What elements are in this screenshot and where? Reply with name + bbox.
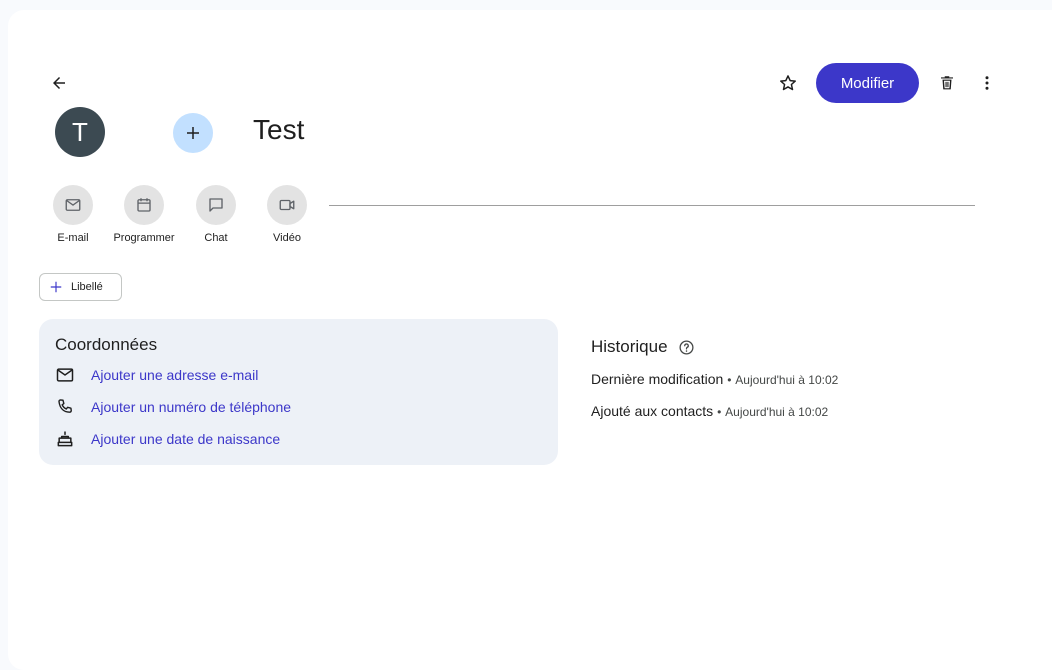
mail-icon (65, 199, 81, 211)
contact-name: Test (253, 114, 305, 145)
add-phone-row[interactable]: Ajouter un numéro de téléphone (55, 397, 291, 417)
plus-icon (50, 281, 62, 293)
history-time: Aujourd'hui à 10:02 (735, 373, 839, 387)
video-icon (279, 199, 295, 211)
video-action-button[interactable] (267, 185, 307, 225)
trash-icon (941, 76, 953, 90)
action-label: E-mail (57, 232, 89, 244)
history-event: Dernière modification (591, 371, 724, 387)
action-chat[interactable]: Chat (176, 185, 256, 244)
add-birthday-link[interactable]: Ajouter une date de naissance (91, 431, 280, 447)
history-section-title: Historique (591, 337, 695, 357)
add-birthday-row[interactable]: Ajouter une date de naissance (55, 429, 280, 449)
action-video[interactable]: Vidéo (247, 185, 327, 244)
contact-details-title: Coordonnées (55, 335, 158, 354)
history-time: Aujourd'hui à 10:02 (725, 405, 829, 419)
email-action-button[interactable] (53, 185, 93, 225)
history-separator: • (727, 373, 732, 387)
action-label: Vidéo (273, 232, 301, 244)
phone-icon (55, 397, 75, 417)
arrow-back-icon (53, 77, 65, 89)
add-photo-button[interactable] (173, 113, 213, 153)
schedule-action-button[interactable] (124, 185, 164, 225)
action-label: Chat (204, 232, 228, 244)
divider (329, 205, 975, 206)
add-email-link[interactable]: Ajouter une adresse e-mail (91, 367, 258, 383)
back-button[interactable] (41, 65, 77, 101)
history-row: Ajouté aux contacts • Aujourd'hui à 10:0… (591, 403, 828, 419)
chat-action-button[interactable] (196, 185, 236, 225)
history-title: Historique (591, 337, 668, 356)
modify-button[interactable]: Modifier (816, 63, 919, 103)
history-separator: • (717, 405, 722, 419)
history-event: Ajouté aux contacts (591, 403, 714, 419)
cake-icon (55, 429, 75, 449)
chat-icon (209, 198, 223, 212)
action-schedule[interactable]: Programmer (104, 185, 184, 244)
help-icon[interactable] (678, 339, 695, 356)
add-label-button[interactable]: Libellé (39, 273, 122, 301)
add-phone-link[interactable]: Ajouter un numéro de téléphone (91, 399, 291, 415)
add-email-row[interactable]: Ajouter une adresse e-mail (55, 365, 258, 385)
more-vert-icon (985, 76, 989, 90)
contact-details-card: Coordonnées Ajouter une adresse e-mail A… (39, 319, 558, 465)
add-label-text: Libellé (71, 281, 103, 293)
avatar: T (55, 107, 105, 157)
action-label: Programmer (113, 232, 175, 244)
delete-button[interactable] (929, 65, 965, 101)
plus-icon (187, 127, 199, 139)
mail-icon (55, 365, 75, 385)
more-options-button[interactable] (969, 65, 1005, 101)
star-button[interactable] (770, 65, 806, 101)
calendar-icon (137, 198, 151, 212)
history-row: Dernière modification • Aujourd'hui à 10… (591, 371, 838, 387)
star-outline-icon (780, 75, 796, 91)
action-email[interactable]: E-mail (33, 185, 113, 244)
